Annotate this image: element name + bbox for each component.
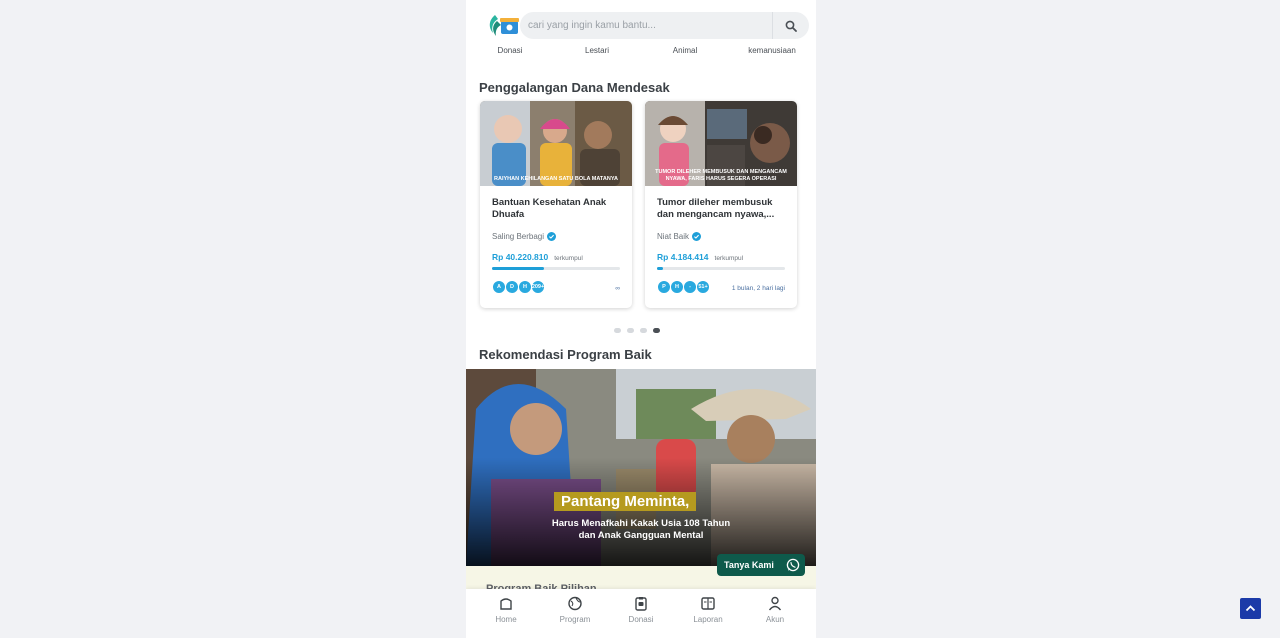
infinity-icon: ∞ [615,285,620,292]
carousel-dot[interactable] [640,328,647,333]
mobile-app-frame: cari yang ingin kamu bantu... Donasi Les… [466,0,816,638]
home-icon [500,598,512,610]
progress-bar [492,267,620,270]
search-button[interactable] [772,12,809,39]
category-kemanusiaan[interactable]: kemanusiaan [748,46,796,55]
avatar: H [518,280,532,294]
nav-item-akun[interactable]: Akun [750,596,800,624]
campaign-card[interactable]: RAIYHAN KEHILANGAN SATU BOLA MATANYA Ban… [480,101,632,308]
nav-label: Program [559,615,591,624]
nav-item-program[interactable]: Program [550,596,600,624]
organizer-name: Saling Berbagi [492,232,545,241]
amount-value: Rp 4.184.414 [657,252,709,262]
carousel-dot[interactable] [627,328,634,333]
nav-label: Home [495,615,517,624]
avatar: H [670,280,684,294]
scroll-to-top-button[interactable] [1240,598,1261,619]
campaign-image: TUMOR DILEHER MEMBUSUK DAN MENGANCAM NYA… [645,101,797,186]
progress-bar [657,267,785,270]
nav-item-laporan[interactable]: Laporan [683,596,733,624]
search-icon [785,20,797,32]
user-icon [768,596,782,611]
whatsapp-icon [786,558,800,572]
avatar-count: 209+ [531,280,545,294]
program-banner[interactable]: Pantang Meminta, Harus Menafkahi Kakak U… [466,369,816,566]
progress-fill [657,267,664,270]
avatar: A [492,280,506,294]
nav-item-home[interactable]: Home [481,596,531,624]
verified-icon [692,232,702,241]
campaign-image-caption: TUMOR DILEHER MEMBUSUK DAN MENGANCAM NYA… [655,169,787,182]
banner-subtitle-line: Harus Menafkahi Kakak Usia 108 Tahun [551,518,731,529]
banner-subtitle-line: dan Anak Gangguan Mental [578,530,704,541]
whatsapp-label: Tanya Kami [724,560,774,570]
category-menu: Donasi Lestari Animal kemanusiaan [466,46,816,58]
category-donasi[interactable]: Donasi [498,46,523,55]
campaign-title[interactable]: Bantuan Kesehatan Anak Dhuafa [492,197,620,221]
campaign-image-caption: RAIYHAN KEHILANGAN SATU BOLA MATANYA [494,176,618,182]
nav-label: Laporan [693,615,723,624]
carousel-dot-active[interactable] [653,328,660,333]
clipboard-icon [635,597,647,611]
campaign-organizer: Niat Baik [657,232,702,241]
category-animal[interactable]: Animal [673,46,697,55]
section-title-recommend: Rekomendasi Program Baik [479,347,652,362]
whatsapp-chat-button[interactable]: Tanya Kami [717,554,805,576]
banner-headline: Pantang Meminta, [554,492,697,511]
nav-label: Donasi [628,615,654,624]
donor-avatars: P H - 51+ [657,280,710,294]
search-input[interactable]: cari yang ingin kamu bantu... [528,20,656,31]
campaign-organizer: Saling Berbagi [492,232,557,241]
bottom-nav: Home Program Donasi Laporan Akun [466,589,816,638]
avatar: - [683,280,697,294]
carousel-dot[interactable] [614,328,621,333]
campaign-image: RAIYHAN KEHILANGAN SATU BOLA MATANYA [480,101,632,186]
progress-fill [492,267,545,270]
avatar: D [505,280,519,294]
carousel-dots [614,328,660,333]
organizer-name: Niat Baik [657,232,690,241]
amount-value: Rp 40.220.810 [492,252,549,262]
campaign-card[interactable]: TUMOR DILEHER MEMBUSUK DAN MENGANCAM NYA… [645,101,797,308]
chevron-up-icon [1245,605,1256,612]
globe-icon [568,596,582,611]
avatar-count: 51+ [696,280,710,294]
avatar: P [657,280,671,294]
days-remaining: 1 bulan, 2 hari lagi [731,285,785,292]
report-icon [701,597,715,610]
verified-icon [547,232,557,241]
section-title-urgent: Penggalangan Dana Mendesak [479,80,670,95]
campaign-amount: Rp 4.184.414 terkumpul [657,252,743,262]
nav-label: Akun [765,615,785,624]
logo-icon[interactable] [486,12,520,40]
collected-label: terkumpul [554,255,583,262]
category-lestari[interactable]: Lestari [585,46,609,55]
search-bar[interactable]: cari yang ingin kamu bantu... [520,12,809,39]
collected-label: terkumpul [714,255,744,262]
banner-subtitle: Harus Menafkahi Kakak Usia 108 Tahun dan… [466,518,816,542]
campaign-amount: Rp 40.220.810 terkumpul [492,252,583,262]
donor-avatars: A D H 209+ [492,280,545,294]
nav-item-donasi[interactable]: Donasi [616,596,666,624]
campaign-title[interactable]: Tumor dileher membusuk dan mengancam nya… [657,197,785,221]
